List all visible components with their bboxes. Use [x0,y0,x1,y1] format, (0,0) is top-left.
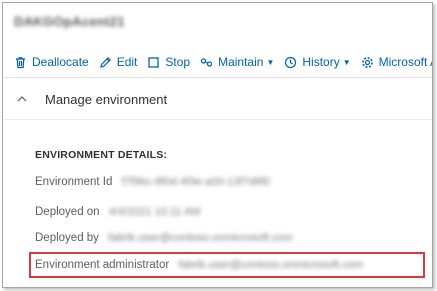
detail-row-environment-id: Environment Id f7f9bc-8f0d-4f3e-a00-13f7… [35,176,270,188]
stop-label: Stop [165,55,191,69]
screenshot-frame: DAKGOpAcent21 Deallocate Edit Stop Maint… [2,2,433,288]
maintain-menu-button[interactable]: Maintain ▼ [200,55,274,69]
maintain-label: Maintain [218,55,264,69]
deployed-by-value: fabrik.user@contoso.onmicrosoft.com [108,232,293,244]
microsoft-azure-button[interactable]: Microsoft Azure s [361,55,432,69]
manage-environment-header[interactable]: Manage environment [3,79,432,120]
stop-button[interactable]: Stop [147,55,190,69]
chevron-up-icon[interactable] [15,92,29,106]
chevron-down-icon: ▼ [342,57,351,67]
history-label: History [302,55,340,69]
stop-square-icon [147,56,160,69]
environment-id-label: Environment Id [35,176,113,188]
command-toolbar: Deallocate Edit Stop Maintain ▼ History … [3,47,432,78]
clock-icon [284,56,297,69]
trash-icon [14,56,27,69]
deployed-by-label: Deployed by [35,232,99,244]
deployed-on-label: Deployed on [35,206,100,218]
microsoft-azure-label: Microsoft Azure s [378,55,432,69]
maintain-icon [200,56,213,69]
highlight-box [29,252,425,278]
deallocate-button[interactable]: Deallocate [14,55,89,69]
environment-id-value: f7f9bc-8f0d-4f3e-a00-13f7d8f0 [121,176,271,188]
deallocate-label: Deallocate [32,55,89,69]
details-heading: ENVIRONMENT DETAILS: [35,149,168,161]
history-menu-button[interactable]: History ▼ [284,55,351,69]
title-bar: DAKGOpAcent21 [3,3,432,41]
chevron-down-icon: ▼ [266,57,275,67]
pencil-icon [99,56,112,69]
section-title: Manage environment [45,91,168,107]
detail-row-deployed-by: Deployed by fabrik.user@contoso.onmicros… [35,232,293,244]
edit-label: Edit [116,55,138,69]
page-title: DAKGOpAcent21 [14,14,125,29]
edit-button[interactable]: Edit [99,55,138,69]
gear-icon [361,56,374,69]
detail-row-deployed-on: Deployed on 4/4/2021 10:11 AM [35,206,200,218]
environment-details: ENVIRONMENT DETAILS: [35,149,430,161]
deployed-on-value: 4/4/2021 10:11 AM [108,206,201,218]
